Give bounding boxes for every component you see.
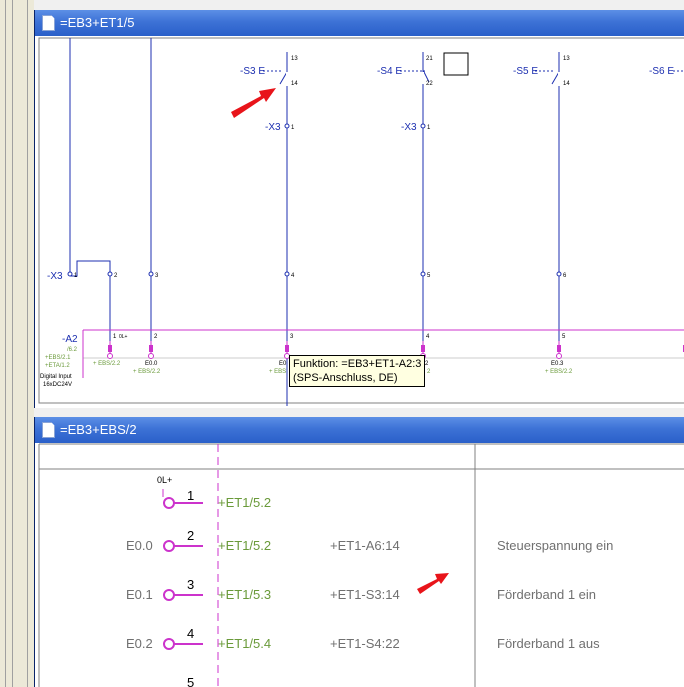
plc-connection-symbol[interactable] bbox=[556, 341, 562, 359]
s5-label: -S5 E bbox=[513, 66, 538, 77]
plc-row[interactable]: E0.2 4 +ET1/5.4 +ET1-S4:22 Förderband 1 … bbox=[126, 626, 600, 651]
svg-text:13: 13 bbox=[563, 56, 570, 62]
svg-text:+ EBS/2.2: + EBS/2.2 bbox=[93, 361, 121, 367]
svg-text:1: 1 bbox=[427, 125, 431, 131]
svg-text:+ EBS: + EBS bbox=[269, 369, 286, 375]
doc-icon bbox=[42, 15, 55, 31]
schematic-window-bottom[interactable]: =EB3+EBS/2 0L+ 1 +ET1/5.2 E0.0 2 +ET1/5.… bbox=[34, 417, 684, 687]
left-panel-strip bbox=[0, 0, 34, 687]
s4-label: -S4 E bbox=[377, 66, 402, 77]
terminal-symbol[interactable] bbox=[420, 123, 426, 129]
svg-text:2: 2 bbox=[114, 273, 118, 279]
contact-symbol[interactable] bbox=[279, 71, 288, 85]
svg-text:14: 14 bbox=[291, 81, 298, 87]
svg-text:+ET1/5.3: +ET1/5.3 bbox=[218, 587, 271, 602]
window-title: =EB3+EBS/2 bbox=[60, 422, 137, 437]
svg-text:+ EBS/2.2: + EBS/2.2 bbox=[545, 369, 573, 375]
terminal-symbol[interactable] bbox=[67, 271, 73, 277]
svg-text:14: 14 bbox=[563, 81, 570, 87]
x3-label-a: -X3 bbox=[265, 122, 281, 133]
terminal-symbol[interactable] bbox=[148, 271, 154, 277]
svg-text:/6.2: /6.2 bbox=[67, 347, 78, 353]
title-bar[interactable]: =EB3+EBS/2 bbox=[35, 417, 684, 443]
terminal-symbol[interactable] bbox=[284, 123, 290, 129]
plc-row[interactable]: E0.1 3 +ET1/5.3 +ET1-S3:14 Förderband 1 … bbox=[126, 577, 596, 602]
svg-text:Digital Input: Digital Input bbox=[40, 374, 72, 380]
doc-icon bbox=[42, 422, 55, 438]
svg-text:+ET1/5.2: +ET1/5.2 bbox=[218, 538, 271, 553]
plc-row[interactable]: 0L+ 1 +ET1/5.2 bbox=[157, 475, 271, 510]
red-arrow-icon bbox=[417, 573, 449, 594]
svg-text:3: 3 bbox=[290, 334, 294, 340]
svg-text:E0: E0 bbox=[279, 361, 287, 367]
svg-text:+EBS/2.1: +EBS/2.1 bbox=[45, 355, 71, 361]
svg-text:E0.0: E0.0 bbox=[126, 538, 153, 553]
s6-label: -S6 E bbox=[649, 66, 674, 77]
svg-text:1: 1 bbox=[113, 334, 117, 340]
plc-row[interactable]: E0.0 2 +ET1/5.2 +ET1-A6:14 Steuerspannun… bbox=[126, 528, 613, 553]
svg-text:4: 4 bbox=[291, 273, 295, 279]
svg-text:3: 3 bbox=[187, 577, 194, 592]
tooltip: Funktion: =EB3+ET1-A2:3 (SPS-Anschluss, … bbox=[289, 355, 426, 387]
terminal-symbol[interactable] bbox=[107, 271, 113, 277]
svg-text:+ET1/5.2: +ET1/5.2 bbox=[218, 495, 271, 510]
svg-text:+ET1-S3:14: +ET1-S3:14 bbox=[330, 587, 400, 602]
svg-text:6: 6 bbox=[563, 273, 567, 279]
schematic-canvas[interactable]: -X3 1 2 3 -S3 E 13 14 -X3 1 4 -S4 E 21 2… bbox=[35, 36, 684, 408]
svg-text:1: 1 bbox=[291, 125, 295, 131]
a2-label: -A2 bbox=[62, 334, 78, 345]
terminal-symbol[interactable] bbox=[556, 271, 562, 277]
svg-text:Förderband 1 ein: Förderband 1 ein bbox=[497, 587, 596, 602]
svg-text:Förderband 1 aus: Förderband 1 aus bbox=[497, 636, 600, 651]
svg-text:E0.2: E0.2 bbox=[126, 636, 153, 651]
tooltip-line-1: Funktion: =EB3+ET1-A2:3 bbox=[293, 358, 422, 370]
svg-text:2: 2 bbox=[427, 369, 431, 375]
svg-text:21: 21 bbox=[426, 56, 433, 62]
svg-text:2: 2 bbox=[187, 528, 194, 543]
plc-overview-canvas[interactable]: 0L+ 1 +ET1/5.2 E0.0 2 +ET1/5.2 +ET1-A6:1… bbox=[35, 443, 684, 687]
title-bar[interactable]: =EB3+ET1/5 bbox=[35, 10, 684, 36]
svg-text:16xDC24V: 16xDC24V bbox=[43, 382, 72, 388]
svg-text:E0.0: E0.0 bbox=[145, 361, 158, 367]
svg-text:0L+: 0L+ bbox=[157, 475, 172, 485]
svg-text:0L+: 0L+ bbox=[119, 334, 128, 340]
window-title: =EB3+ET1/5 bbox=[60, 15, 135, 30]
svg-text:+ET1/5.4: +ET1/5.4 bbox=[218, 636, 271, 651]
svg-text:4: 4 bbox=[426, 334, 430, 340]
s3-label: -S3 E bbox=[240, 66, 265, 77]
svg-text:13: 13 bbox=[291, 56, 298, 62]
tooltip-line-2: (SPS-Anschluss, DE) bbox=[293, 372, 398, 384]
svg-text:4: 4 bbox=[187, 626, 194, 641]
svg-text:3: 3 bbox=[155, 273, 159, 279]
svg-text:+ETA/1.2: +ETA/1.2 bbox=[45, 363, 70, 369]
svg-text:Steuerspannung ein: Steuerspannung ein bbox=[497, 538, 613, 553]
x3-label-b: -X3 bbox=[401, 122, 417, 133]
plc-row[interactable]: 5 bbox=[187, 675, 194, 687]
svg-text:+ EBS/2.2: + EBS/2.2 bbox=[133, 369, 161, 375]
terminal-symbol[interactable] bbox=[420, 271, 426, 277]
plc-connection-symbol[interactable] bbox=[148, 341, 154, 359]
terminal-symbol[interactable] bbox=[284, 271, 290, 277]
red-arrow-icon bbox=[231, 88, 276, 118]
svg-text:22: 22 bbox=[426, 81, 433, 87]
svg-text:E0.3: E0.3 bbox=[551, 361, 564, 367]
contact-symbol[interactable] bbox=[551, 71, 560, 85]
x3-left-label: -X3 bbox=[47, 271, 63, 282]
plc-connection-symbol[interactable] bbox=[163, 497, 175, 509]
plc-connection-symbol[interactable] bbox=[163, 638, 175, 650]
svg-text:1: 1 bbox=[187, 488, 194, 503]
svg-text:+ET1-S4:22: +ET1-S4:22 bbox=[330, 636, 400, 651]
svg-text:2: 2 bbox=[425, 361, 429, 367]
svg-text:5: 5 bbox=[562, 334, 566, 340]
schematic-window-top[interactable]: =EB3+ET1/5 -X3 1 2 3 -S3 E 13 14 -X3 1 4… bbox=[34, 10, 684, 408]
plc-connection-symbol[interactable] bbox=[163, 540, 175, 552]
plc-connection-symbol[interactable] bbox=[163, 589, 175, 601]
empty-box bbox=[443, 52, 469, 76]
svg-text:2: 2 bbox=[154, 334, 158, 340]
svg-text:+ET1-A6:14: +ET1-A6:14 bbox=[330, 538, 400, 553]
plc-connection-symbol[interactable] bbox=[107, 341, 113, 359]
svg-text:5: 5 bbox=[427, 273, 431, 279]
svg-text:E0.1: E0.1 bbox=[126, 587, 153, 602]
svg-text:5: 5 bbox=[187, 675, 194, 687]
